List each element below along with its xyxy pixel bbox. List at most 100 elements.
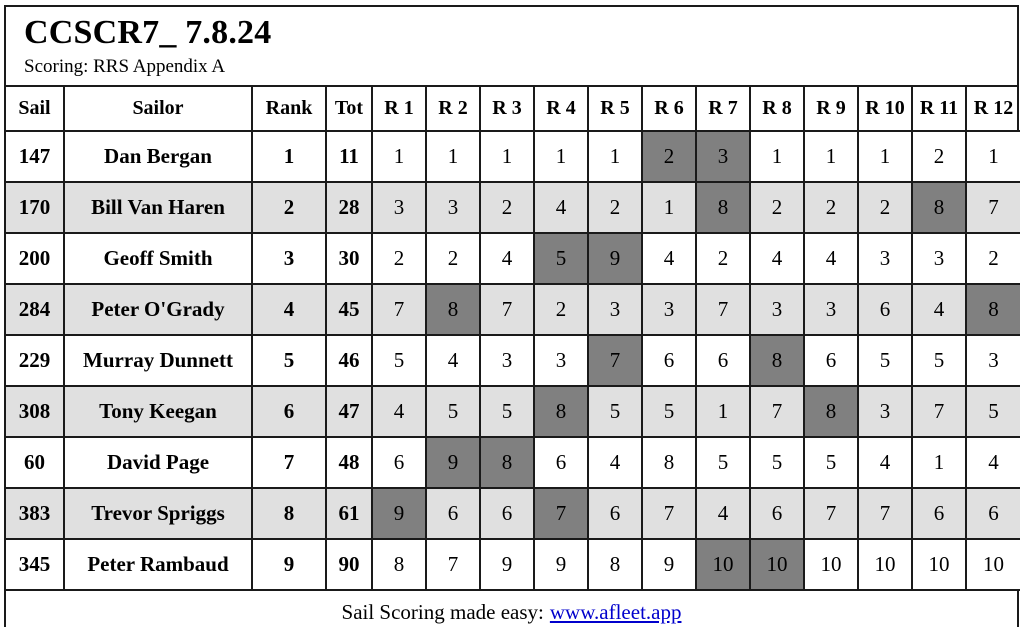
cell-race-8-discard: 10 — [750, 538, 805, 591]
cell-rank: 1 — [252, 130, 327, 183]
cell-race-9: 1 — [804, 130, 859, 183]
column-header-r2[interactable]: R 2 — [426, 86, 481, 132]
cell-race-11: 4 — [912, 283, 967, 336]
column-header-r9[interactable]: R 9 — [804, 86, 859, 132]
cell-race-3: 1 — [480, 130, 535, 183]
footer: Sail Scoring made easy: www.afleet.app — [6, 590, 1017, 635]
cell-race-3: 3 — [480, 334, 535, 387]
cell-rank: 7 — [252, 436, 327, 489]
column-header-r1[interactable]: R 1 — [372, 86, 427, 132]
cell-race-2: 2 — [426, 232, 481, 285]
cell-race-9: 10 — [804, 538, 859, 591]
cell-sailor-name: Murray Dunnett — [64, 334, 253, 387]
cell-race-11-discard: 8 — [912, 181, 967, 234]
cell-race-10: 4 — [858, 436, 913, 489]
column-header-r8[interactable]: R 8 — [750, 86, 805, 132]
table-body: 147 Dan Bergan 1 11 1 1 1 1 1 2 3 1 1 1 2 1 170 Bill Van … — [6, 130, 1020, 591]
cell-race-9: 6 — [804, 334, 859, 387]
cell-race-7: 4 — [696, 487, 751, 540]
column-header-r7[interactable]: R 7 — [696, 86, 751, 132]
title-block: CCSCR7_ 7.8.24 Scoring: RRS Appendix A — [6, 7, 1017, 87]
table-row[interactable]: 383 Trevor Spriggs 8 61 9 6 6 7 6 7 4 6 7 7 6 6 — [6, 487, 1020, 540]
cell-race-6: 1 — [642, 181, 697, 234]
cell-race-4: 2 — [534, 283, 589, 336]
cell-sail-number: 60 — [6, 436, 65, 489]
column-header-r12[interactable]: R 12 — [966, 86, 1020, 132]
cell-race-10: 3 — [858, 385, 913, 438]
table-row[interactable]: 229 Murray Dunnett 5 46 5 4 3 3 7 6 6 8 6 5 5 3 — [6, 334, 1020, 387]
cell-race-5: 5 — [588, 385, 643, 438]
cell-race-4: 4 — [534, 181, 589, 234]
table-header: Sail Sailor Rank Tot R 1R 2R 3R 4R 5R 6R 7R … — [6, 86, 1020, 132]
column-header-rank[interactable]: Rank — [252, 86, 327, 132]
column-header-r6[interactable]: R 6 — [642, 86, 697, 132]
cell-total-points: 48 — [326, 436, 373, 489]
cell-race-9-discard: 8 — [804, 385, 859, 438]
cell-race-6-discard: 2 — [642, 130, 697, 183]
table-row[interactable]: 200 Geoff Smith 3 30 2 2 4 5 9 4 2 4 4 3 3 2 — [6, 232, 1020, 285]
cell-race-12: 6 — [966, 487, 1020, 540]
cell-sailor-name: Tony Keegan — [64, 385, 253, 438]
cell-race-4-discard: 7 — [534, 487, 589, 540]
cell-race-7: 1 — [696, 385, 751, 438]
table-row[interactable]: 345 Peter Rambaud 9 90 8 7 9 9 8 9 10 10 10 10 10 10 — [6, 538, 1020, 591]
cell-race-2: 6 — [426, 487, 481, 540]
table-row[interactable]: 308 Tony Keegan 6 47 4 5 5 8 5 5 1 7 8 3 7 5 — [6, 385, 1020, 438]
column-header-r4[interactable]: R 4 — [534, 86, 589, 132]
cell-race-8: 3 — [750, 283, 805, 336]
cell-sailor-name: Peter O'Grady — [64, 283, 253, 336]
column-header-r11[interactable]: R 11 — [912, 86, 967, 132]
results-table-wrap: Sail Sailor Rank Tot R 1R 2R 3R 4R 5R 6R 7R … — [6, 86, 1020, 591]
table-header-row: Sail Sailor Rank Tot R 1R 2R 3R 4R 5R 6R 7R … — [6, 86, 1020, 132]
cell-sailor-name: Bill Van Haren — [64, 181, 253, 234]
column-header-sailor[interactable]: Sailor — [64, 86, 253, 132]
cell-race-3-discard: 8 — [480, 436, 535, 489]
table-row[interactable]: 60 David Page 7 48 6 9 8 6 4 8 5 5 5 4 1 4 — [6, 436, 1020, 489]
column-header-r3[interactable]: R 3 — [480, 86, 535, 132]
column-header-tot[interactable]: Tot — [326, 86, 373, 132]
cell-race-7-discard: 10 — [696, 538, 751, 591]
cell-race-11: 2 — [912, 130, 967, 183]
cell-race-10: 3 — [858, 232, 913, 285]
cell-race-3: 7 — [480, 283, 535, 336]
cell-race-10: 6 — [858, 283, 913, 336]
cell-sail-number: 383 — [6, 487, 65, 540]
table-row[interactable]: 284 Peter O'Grady 4 45 7 8 7 2 3 3 7 3 3 6 4 8 — [6, 283, 1020, 336]
column-header-r10[interactable]: R 10 — [858, 86, 913, 132]
cell-race-7: 7 — [696, 283, 751, 336]
column-header-r5[interactable]: R 5 — [588, 86, 643, 132]
cell-rank: 4 — [252, 283, 327, 336]
cell-race-1: 3 — [372, 181, 427, 234]
cell-rank: 6 — [252, 385, 327, 438]
cell-race-12: 3 — [966, 334, 1020, 387]
cell-race-9: 4 — [804, 232, 859, 285]
cell-race-8: 2 — [750, 181, 805, 234]
cell-race-2: 7 — [426, 538, 481, 591]
cell-race-6: 6 — [642, 334, 697, 387]
cell-race-5: 3 — [588, 283, 643, 336]
cell-race-5: 2 — [588, 181, 643, 234]
cell-race-2-discard: 9 — [426, 436, 481, 489]
cell-sailor-name: Peter Rambaud — [64, 538, 253, 591]
cell-race-6: 3 — [642, 283, 697, 336]
cell-race-3: 6 — [480, 487, 535, 540]
cell-race-8-discard: 8 — [750, 334, 805, 387]
results-page: CCSCR7_ 7.8.24 Scoring: RRS Appendix A S… — [0, 0, 1023, 635]
cell-race-7-discard: 8 — [696, 181, 751, 234]
cell-race-4: 1 — [534, 130, 589, 183]
cell-race-10: 1 — [858, 130, 913, 183]
cell-race-11: 1 — [912, 436, 967, 489]
cell-race-10: 5 — [858, 334, 913, 387]
afleet-link[interactable]: www.afleet.app — [550, 600, 682, 625]
cell-race-6: 8 — [642, 436, 697, 489]
cell-race-1-discard: 9 — [372, 487, 427, 540]
cell-race-12: 1 — [966, 130, 1020, 183]
cell-race-3: 9 — [480, 538, 535, 591]
cell-sail-number: 170 — [6, 181, 65, 234]
table-row[interactable]: 147 Dan Bergan 1 11 1 1 1 1 1 2 3 1 1 1 2 1 — [6, 130, 1020, 183]
cell-race-1: 6 — [372, 436, 427, 489]
cell-race-10: 2 — [858, 181, 913, 234]
cell-race-4: 6 — [534, 436, 589, 489]
column-header-sail[interactable]: Sail — [6, 86, 65, 132]
table-row[interactable]: 170 Bill Van Haren 2 28 3 3 2 4 2 1 8 2 2 2 8 7 — [6, 181, 1020, 234]
